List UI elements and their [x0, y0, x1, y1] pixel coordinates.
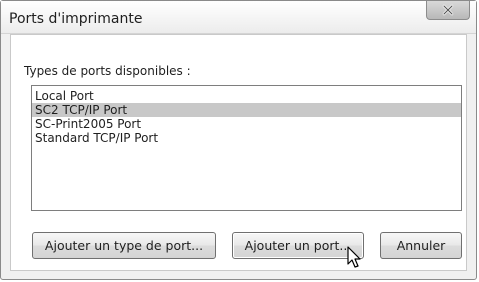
- list-item-sc2-tcpip-port[interactable]: SC2 TCP/IP Port: [32, 103, 461, 117]
- port-types-listbox[interactable]: Local Port SC2 TCP/IP Port SC-Print2005 …: [31, 85, 462, 211]
- list-item-sc-print2005-port[interactable]: SC-Print2005 Port: [32, 117, 461, 131]
- add-port-type-button[interactable]: Ajouter un type de port...: [32, 232, 216, 259]
- list-item-standard-tcpip-port[interactable]: Standard TCP/IP Port: [32, 131, 461, 145]
- mouse-pointer-icon: [347, 246, 361, 268]
- list-item-local-port[interactable]: Local Port: [32, 89, 461, 103]
- cancel-button[interactable]: Annuler: [380, 232, 462, 259]
- port-types-label: Types de ports disponibles :: [24, 64, 191, 78]
- title-bar[interactable]: Ports d'imprimante: [1, 1, 476, 34]
- add-port-button[interactable]: Ajouter un port...: [232, 232, 364, 259]
- close-icon: [442, 4, 454, 16]
- close-button[interactable]: [426, 1, 470, 20]
- dialog-title: Ports d'imprimante: [9, 11, 143, 27]
